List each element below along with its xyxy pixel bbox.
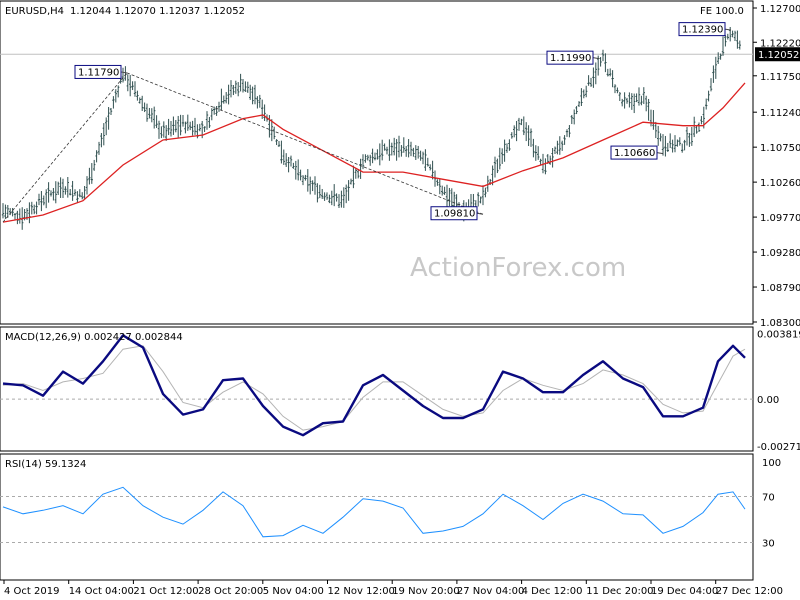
macd-panel: [0, 326, 754, 452]
x-tick-label: 14 Oct 04:00: [69, 586, 134, 597]
x-tick-label: 27 Dec 12:00: [716, 586, 783, 597]
fe-label: FE 100.0: [700, 6, 744, 17]
chart-canvas: ActionForex.com 1.11790 1.09810 1.11990 1.1…: [0, 0, 800, 597]
price-y-tick-label: 1.11240: [760, 108, 800, 119]
macd-y-tick-label: -0.002713: [757, 442, 800, 453]
price-annotation: 1.10660: [610, 145, 664, 160]
macd-y-tick-label: 0.003819: [757, 329, 800, 340]
price-annotation: 1.11790: [74, 64, 128, 79]
annotation-label: 1.09810: [434, 209, 475, 220]
annotation-label: 1.11790: [78, 67, 119, 78]
price-y-tick-label: 1.09770: [760, 213, 800, 224]
x-tick-label: 21 Oct 12:00: [133, 586, 198, 597]
ohlc-label: 1.12044 1.12070 1.12037 1.12052: [70, 6, 245, 17]
price-annotation: 1.09810: [430, 206, 484, 221]
price-panel: [0, 0, 754, 325]
macd-y-tick-label: 0.00: [757, 395, 779, 406]
watermark: ActionForex.com: [410, 253, 626, 283]
symbol-label: EURUSD,H4: [5, 6, 64, 17]
annotation-label: 1.11990: [550, 53, 591, 64]
rsi-y-tick-label: 100: [762, 458, 781, 469]
x-tick-label: 4 Dec 12:00: [522, 586, 583, 597]
x-tick-label: 19 Nov 20:00: [392, 586, 459, 597]
rsi-title: RSI(14) 59.1324: [5, 459, 86, 470]
x-tick-label: 4 Oct 2019: [4, 586, 59, 597]
macd-title: MACD(12,26,9) 0.002427 0.002844: [5, 332, 183, 343]
rsi-y-tick-label: 70: [762, 493, 775, 504]
x-tick-label: 19 Dec 04:00: [651, 586, 718, 597]
price-y-tick-label: 1.10260: [760, 178, 800, 189]
x-tick-label: 27 Nov 04:00: [457, 586, 524, 597]
x-tick-label: 5 Nov 04:00: [263, 586, 324, 597]
price-y-tick-label: 1.09280: [760, 248, 800, 259]
price-annotation: 1.11990: [546, 50, 600, 65]
x-tick-label: 28 Oct 20:00: [198, 586, 263, 597]
price-y-tick-label: 1.08790: [760, 283, 800, 294]
price-y-tick-label: 1.08300: [760, 318, 800, 329]
rsi-panel: [0, 453, 754, 581]
annotation-label: 1.10660: [614, 148, 655, 159]
annotation-label: 1.12390: [682, 25, 723, 36]
current-price-label: 1.12052: [758, 50, 799, 61]
price-y-tick-label: 1.12700: [760, 4, 800, 15]
x-tick-label: 11 Dec 20:00: [586, 586, 653, 597]
price-annotation: 1.12390: [678, 22, 732, 37]
rsi-y-tick-label: 30: [762, 539, 775, 550]
price-y-tick-label: 1.10750: [760, 143, 800, 154]
x-tick-label: 12 Nov 12:00: [328, 586, 395, 597]
price-y-tick-label: 1.11750: [760, 72, 800, 83]
